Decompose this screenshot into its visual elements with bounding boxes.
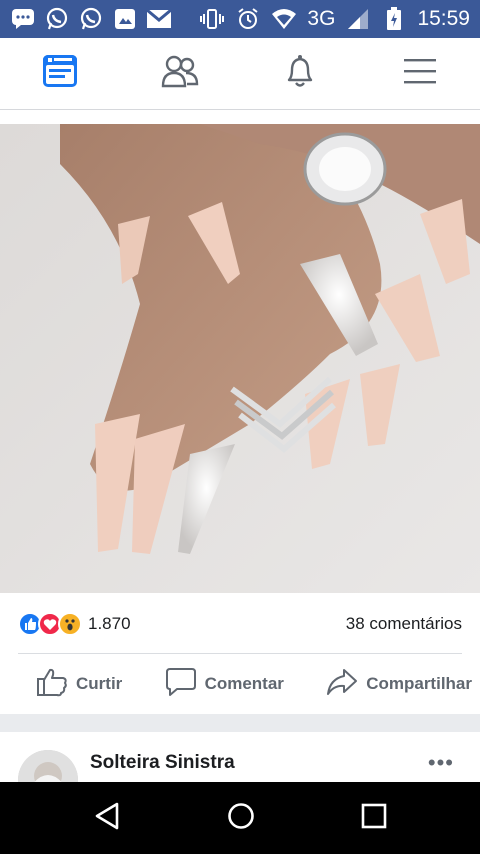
wow-reaction-icon [58, 612, 82, 636]
tab-news-feed[interactable] [30, 44, 90, 104]
avatar[interactable] [18, 750, 78, 782]
back-icon[interactable] [93, 801, 121, 836]
vibrate-icon [199, 6, 225, 32]
reactions-summary[interactable]: 1.870 38 comentários [0, 593, 480, 655]
system-navigation-bar [0, 782, 480, 854]
post-author[interactable]: Solteira Sinistra [90, 752, 235, 774]
feed-separator [0, 714, 480, 732]
news-feed-icon [42, 54, 78, 93]
status-time: 15:59 [417, 7, 470, 30]
share-label: Compartilhar [366, 674, 472, 693]
home-icon[interactable] [226, 801, 256, 836]
like-label: Curtir [76, 674, 123, 693]
tab-notifications[interactable] [270, 44, 330, 104]
whatsapp-business-icon [78, 6, 104, 32]
share-icon [326, 667, 358, 702]
top-navbar [0, 38, 480, 110]
like-button[interactable]: Curtir [36, 667, 122, 702]
post-actions: Curtir Comentar Compartilhar [0, 654, 480, 714]
thumbs-up-icon [36, 667, 68, 702]
comment-button[interactable]: Comentar [165, 667, 284, 702]
recent-apps-icon[interactable] [361, 803, 387, 834]
wifi-icon [271, 6, 297, 32]
comments-count[interactable]: 38 comentários [346, 614, 462, 634]
share-button[interactable]: Compartilhar [326, 667, 472, 702]
feed-gap [0, 110, 480, 124]
gallery-icon [112, 6, 138, 32]
comment-icon [165, 667, 197, 702]
next-post: Solteira Sinistra ••• [0, 732, 480, 782]
whatsapp-icon [44, 6, 70, 32]
hamburger-menu-icon [403, 57, 437, 90]
network-type: 3G [307, 7, 336, 30]
post-image[interactable] [0, 124, 480, 593]
tab-menu[interactable] [390, 44, 450, 104]
alarm-icon [235, 6, 261, 32]
more-options-icon[interactable]: ••• [428, 750, 454, 776]
tab-friends[interactable] [150, 44, 210, 104]
status-bar: 3G 15:59 [0, 0, 480, 38]
gmail-icon [146, 6, 172, 32]
bell-icon [283, 53, 317, 94]
comment-label: Comentar [204, 674, 284, 693]
friends-icon [161, 54, 199, 93]
reaction-icons [18, 612, 82, 636]
nails-photo [0, 124, 480, 593]
message-icon [10, 6, 36, 32]
battery-charging-icon [381, 6, 407, 32]
reactions-count[interactable]: 1.870 [88, 614, 131, 634]
signal-icon [345, 6, 371, 32]
